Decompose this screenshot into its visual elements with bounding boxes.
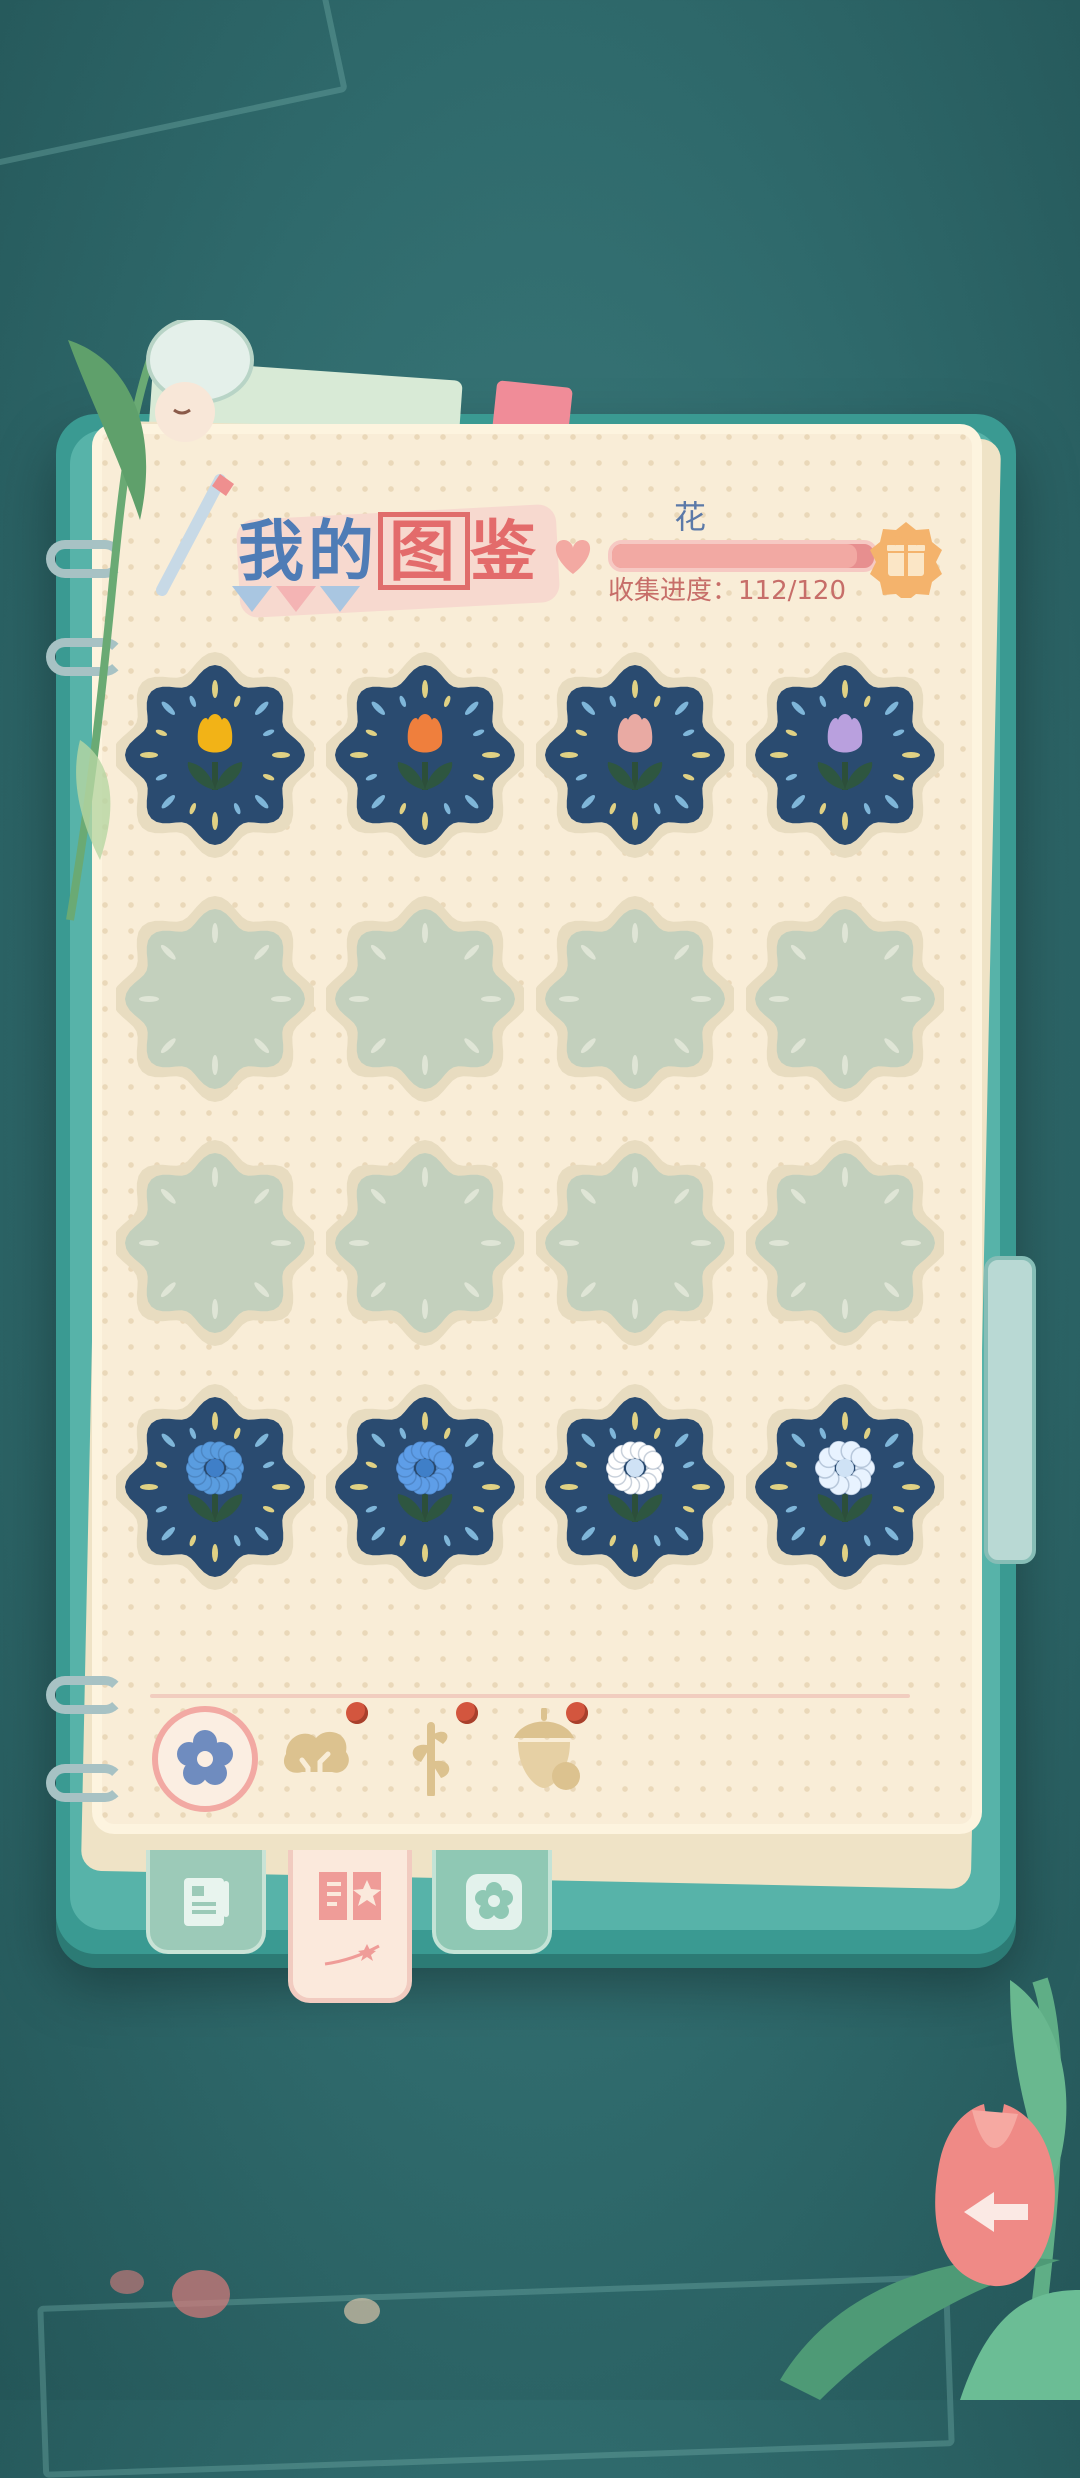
herb-icon bbox=[412, 1722, 450, 1798]
slot-placeholder bbox=[326, 1140, 524, 1346]
slot-placeholder bbox=[116, 896, 314, 1102]
new-badge bbox=[456, 1702, 478, 1724]
category-tab-bar bbox=[150, 1694, 910, 1812]
gift-icon[interactable] bbox=[866, 518, 946, 598]
tulip-icon bbox=[746, 652, 944, 858]
locked-slot[interactable] bbox=[536, 1138, 734, 1348]
collection-slot[interactable] bbox=[116, 1382, 314, 1592]
collection-progress-bar bbox=[608, 540, 878, 572]
flower-badge-icon bbox=[466, 1874, 522, 1930]
locked-slot[interactable] bbox=[326, 894, 524, 1104]
collection-grid bbox=[116, 650, 956, 1610]
book-tab-flowers[interactable] bbox=[432, 1850, 552, 1954]
petal-decoration bbox=[172, 2270, 230, 2318]
sparkle-decoration bbox=[324, 1944, 380, 1966]
tree-icon bbox=[283, 1731, 349, 1787]
slot-placeholder bbox=[326, 896, 524, 1102]
tulip-icon bbox=[326, 652, 524, 858]
progress-fill bbox=[612, 544, 857, 568]
new-badge bbox=[566, 1702, 588, 1724]
locked-slot[interactable] bbox=[746, 1138, 944, 1348]
collection-slot[interactable] bbox=[326, 650, 524, 860]
locked-slot[interactable] bbox=[116, 894, 314, 1104]
daisy-icon bbox=[116, 1384, 314, 1590]
heart-icon bbox=[555, 540, 591, 574]
daisy-icon bbox=[536, 1384, 734, 1590]
petal-decoration bbox=[344, 2298, 380, 2324]
pencil-decoration bbox=[156, 474, 234, 596]
book-tab-notes[interactable] bbox=[146, 1850, 266, 1954]
petal-decoration bbox=[110, 2270, 144, 2294]
catalog-book-icon bbox=[319, 1872, 381, 1920]
slot-placeholder bbox=[536, 1140, 734, 1346]
category-label: 花 bbox=[673, 498, 706, 536]
title-text-part: 我的 bbox=[238, 512, 378, 590]
category-tab-herb[interactable] bbox=[396, 1716, 496, 1816]
collection-progress-label: 收集进度：112/120 bbox=[608, 576, 847, 606]
binder-ring bbox=[46, 1764, 124, 1802]
new-badge bbox=[346, 1702, 368, 1724]
locked-slot[interactable] bbox=[116, 1138, 314, 1348]
collection-slot[interactable] bbox=[536, 650, 734, 860]
hydrangea-icon bbox=[746, 1384, 944, 1590]
daisy-icon bbox=[326, 1384, 524, 1590]
category-tab-flower[interactable] bbox=[150, 1704, 258, 1812]
collection-slot[interactable] bbox=[326, 1382, 524, 1592]
slot-placeholder bbox=[536, 896, 734, 1102]
category-tab-acorn[interactable] bbox=[500, 1707, 600, 1808]
collection-slot[interactable] bbox=[116, 650, 314, 860]
notebook-icon bbox=[184, 1878, 229, 1926]
collection-slot[interactable] bbox=[746, 1382, 944, 1592]
book-tab-catalog[interactable] bbox=[288, 1850, 412, 2003]
title-boxed-char: 图 bbox=[378, 512, 470, 590]
side-tab bbox=[984, 1256, 1036, 1564]
category-tab-tree[interactable] bbox=[276, 1724, 376, 1824]
slot-placeholder bbox=[746, 1140, 944, 1346]
page-title: 我的图鉴 bbox=[238, 498, 540, 594]
back-button[interactable] bbox=[924, 2100, 1064, 2290]
flower-icon bbox=[152, 1706, 258, 1812]
locked-slot[interactable] bbox=[536, 894, 734, 1104]
background-paper bbox=[0, 0, 348, 169]
locked-slot[interactable] bbox=[326, 1138, 524, 1348]
slot-placeholder bbox=[746, 896, 944, 1102]
locked-slot[interactable] bbox=[746, 894, 944, 1104]
bunting-decoration bbox=[232, 584, 362, 614]
collection-slot[interactable] bbox=[746, 650, 944, 860]
back-arrow-icon bbox=[935, 2104, 1055, 2287]
tulip-icon bbox=[536, 652, 734, 858]
collection-slot[interactable] bbox=[536, 1382, 734, 1592]
binder-ring bbox=[46, 1676, 124, 1714]
tulip-icon bbox=[116, 652, 314, 858]
slot-placeholder bbox=[116, 1140, 314, 1346]
title-text-part: 鉴 bbox=[470, 512, 540, 590]
